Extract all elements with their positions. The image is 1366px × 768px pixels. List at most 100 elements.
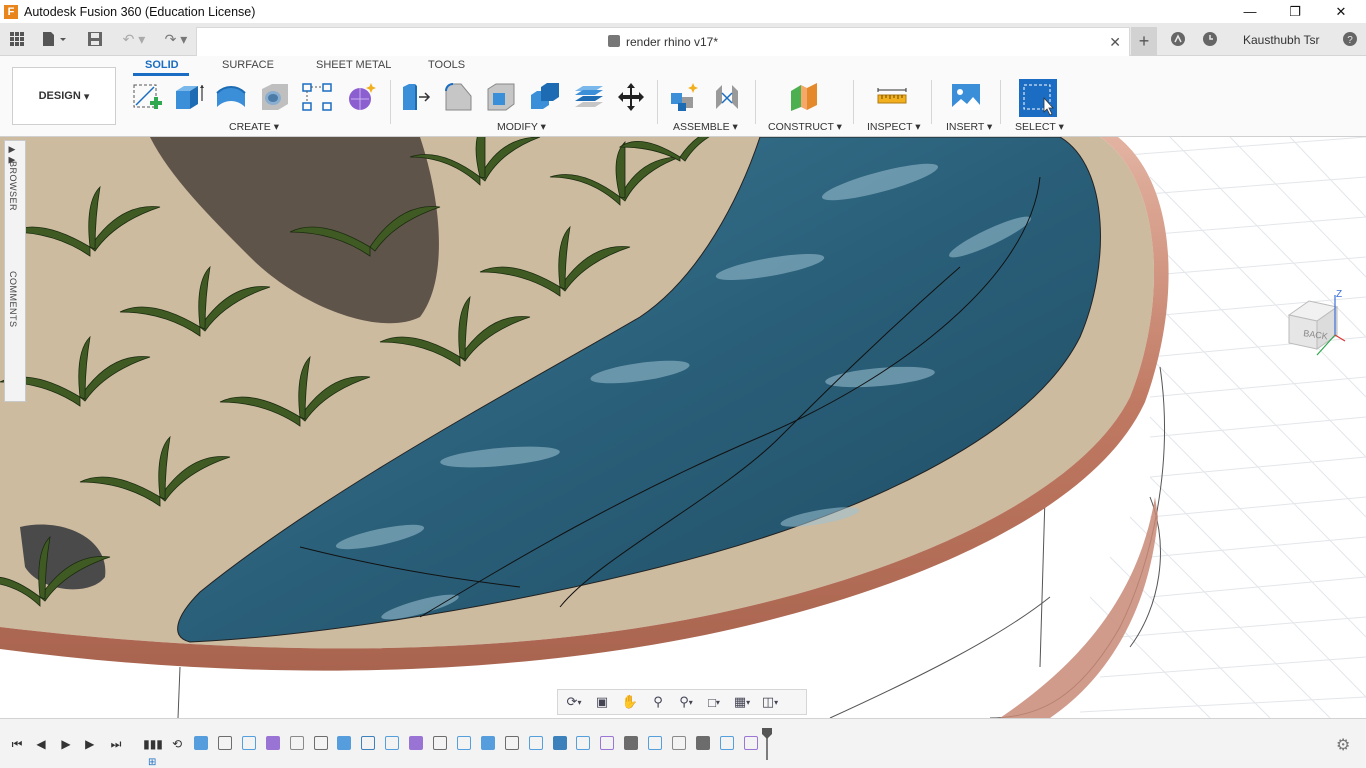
new-component-icon[interactable]: [667, 80, 701, 114]
timeline-sketch-icon[interactable]: [504, 736, 519, 750]
display-settings-icon[interactable]: □ ▾: [704, 693, 724, 711]
timeline-shell-icon[interactable]: [624, 736, 639, 750]
timeline-extrude-icon[interactable]: [648, 736, 663, 750]
timeline-extrude-icon[interactable]: [385, 736, 400, 750]
canvas-viewport[interactable]: BACK Z: [0, 137, 1366, 718]
timeline-group-icon[interactable]: ▮▮▮: [143, 735, 163, 753]
fusion-app-icon: F: [4, 4, 18, 19]
workspace-switcher-button[interactable]: DESIGN ▾: [12, 67, 116, 125]
timeline-rollback-icon[interactable]: ⟲: [168, 735, 186, 753]
timeline-feature-icon[interactable]: [576, 736, 591, 750]
pan-hand-icon[interactable]: ✋: [620, 693, 640, 711]
select-tool-icon[interactable]: [1019, 79, 1057, 117]
fit-zoom-icon[interactable]: ⚲ ▾: [676, 693, 696, 711]
grid-settings-icon[interactable]: ▦ ▾: [732, 693, 752, 711]
joint-icon[interactable]: [710, 80, 744, 114]
timeline-form-icon[interactable]: [265, 736, 280, 750]
play-icon[interactable]: ▶: [57, 735, 75, 753]
revolve-icon[interactable]: [214, 80, 248, 114]
user-account-name[interactable]: Kausthubh Tsr: [1243, 33, 1320, 47]
timeline-marker[interactable]: [762, 728, 772, 760]
measure-icon[interactable]: [875, 80, 909, 114]
save-icon[interactable]: [86, 30, 104, 48]
help-icon[interactable]: ?: [1340, 30, 1360, 48]
restore-button[interactable]: ❐: [1272, 0, 1318, 23]
undo-icon[interactable]: ↶ ▾: [118, 30, 150, 48]
data-panel-grid-icon[interactable]: [8, 30, 26, 48]
create-sketch-icon[interactable]: [130, 80, 164, 114]
modify-label: MODIFY: [497, 121, 538, 133]
tab-surface[interactable]: SURFACE: [222, 59, 274, 71]
timeline-feature-icon[interactable]: [456, 736, 471, 750]
modify-menu[interactable]: MODIFY ▾: [497, 121, 546, 133]
minimize-button[interactable]: —: [1227, 0, 1273, 23]
timeline-sketch-icon[interactable]: [217, 736, 232, 750]
insert-menu[interactable]: INSERT ▾: [946, 121, 992, 133]
comments-panel-toggle[interactable]: COMMENTS: [8, 271, 18, 328]
create-form-icon[interactable]: [344, 80, 378, 114]
offset-face-icon[interactable]: [572, 80, 606, 114]
extrude-icon[interactable]: [172, 80, 206, 114]
create-menu[interactable]: CREATE ▾: [229, 121, 279, 133]
file-menu-icon[interactable]: [40, 30, 68, 48]
step-forward-icon[interactable]: ▶: [82, 735, 100, 753]
model-render: [0, 137, 1366, 718]
press-pull-icon[interactable]: [398, 80, 432, 114]
select-menu[interactable]: SELECT ▾: [1015, 121, 1064, 133]
timeline-sketch-icon[interactable]: [313, 736, 328, 750]
close-tab-button[interactable]: ✕: [1109, 34, 1121, 51]
divider: [657, 80, 658, 124]
tab-solid[interactable]: SOLID: [145, 59, 179, 71]
offset-plane-icon[interactable]: [787, 80, 821, 114]
rectangular-pattern-icon[interactable]: [300, 80, 334, 114]
create-label: CREATE: [229, 121, 271, 133]
timeline-form-icon[interactable]: [743, 736, 758, 750]
timeline-fillet-icon[interactable]: [672, 736, 686, 750]
timeline-feature-icon[interactable]: [480, 736, 495, 750]
timeline-feature-icon[interactable]: [337, 736, 352, 750]
close-window-button[interactable]: ✕: [1318, 0, 1364, 23]
shell-icon[interactable]: [484, 80, 518, 114]
window-title: Autodesk Fusion 360 (Education License): [24, 4, 256, 19]
timeline-extrude-icon[interactable]: [528, 736, 543, 750]
look-at-icon[interactable]: ▣: [592, 693, 612, 711]
document-tab[interactable]: render rhino v17* ✕: [196, 27, 1130, 56]
timeline-form-icon[interactable]: [409, 736, 424, 750]
viewports-icon[interactable]: ◫ ▾: [760, 693, 780, 711]
timeline-settings-gear-icon[interactable]: ⚙: [1336, 735, 1350, 755]
combine-icon[interactable]: [528, 80, 562, 114]
timeline-form-icon[interactable]: [600, 736, 615, 750]
extensions-icon[interactable]: [1168, 30, 1188, 48]
fillet-icon[interactable]: [442, 80, 476, 114]
divider: [755, 80, 756, 124]
divider: [1000, 80, 1001, 124]
inspect-menu[interactable]: INSPECT ▾: [867, 121, 921, 133]
document-tab-bar: ↶ ▾ ↷ ▾ render rhino v17* ✕ + Kausthubh …: [0, 23, 1366, 56]
orbit-icon[interactable]: ⟳ ▾: [564, 693, 584, 711]
hole-icon[interactable]: [258, 80, 292, 114]
step-back-icon[interactable]: ◀: [32, 735, 50, 753]
timeline-extrude-icon[interactable]: [194, 736, 208, 750]
move-icon[interactable]: [614, 80, 648, 114]
job-status-icon[interactable]: [1200, 30, 1220, 48]
timeline-extrude-icon[interactable]: [719, 736, 734, 750]
tab-tools[interactable]: TOOLS: [428, 59, 465, 71]
redo-icon[interactable]: ↷ ▾: [160, 30, 192, 48]
timeline-sketch-icon[interactable]: [695, 736, 710, 750]
insert-image-icon[interactable]: [949, 80, 983, 114]
timeline-add-icon[interactable]: ⊞: [148, 757, 156, 768]
timeline-pattern-icon[interactable]: [433, 736, 447, 750]
construct-menu[interactable]: CONSTRUCT ▾: [768, 121, 842, 133]
timeline-revolve-icon[interactable]: [289, 736, 304, 750]
zoom-icon[interactable]: ⚲: [648, 693, 668, 711]
timeline-combine-icon[interactable]: [552, 736, 567, 750]
assemble-menu[interactable]: ASSEMBLE ▾: [673, 121, 738, 133]
go-to-start-icon[interactable]: ⏮: [8, 735, 26, 753]
tab-sheet-metal[interactable]: SHEET METAL: [316, 59, 391, 71]
browser-panel-toggle[interactable]: BROWSER: [8, 161, 18, 211]
new-tab-button[interactable]: +: [1131, 27, 1157, 56]
go-to-end-icon[interactable]: ⏭: [107, 735, 125, 753]
view-cube[interactable]: BACK Z: [1283, 289, 1349, 365]
timeline-combine-icon[interactable]: [361, 736, 376, 750]
timeline-extrude-icon[interactable]: [241, 736, 256, 750]
